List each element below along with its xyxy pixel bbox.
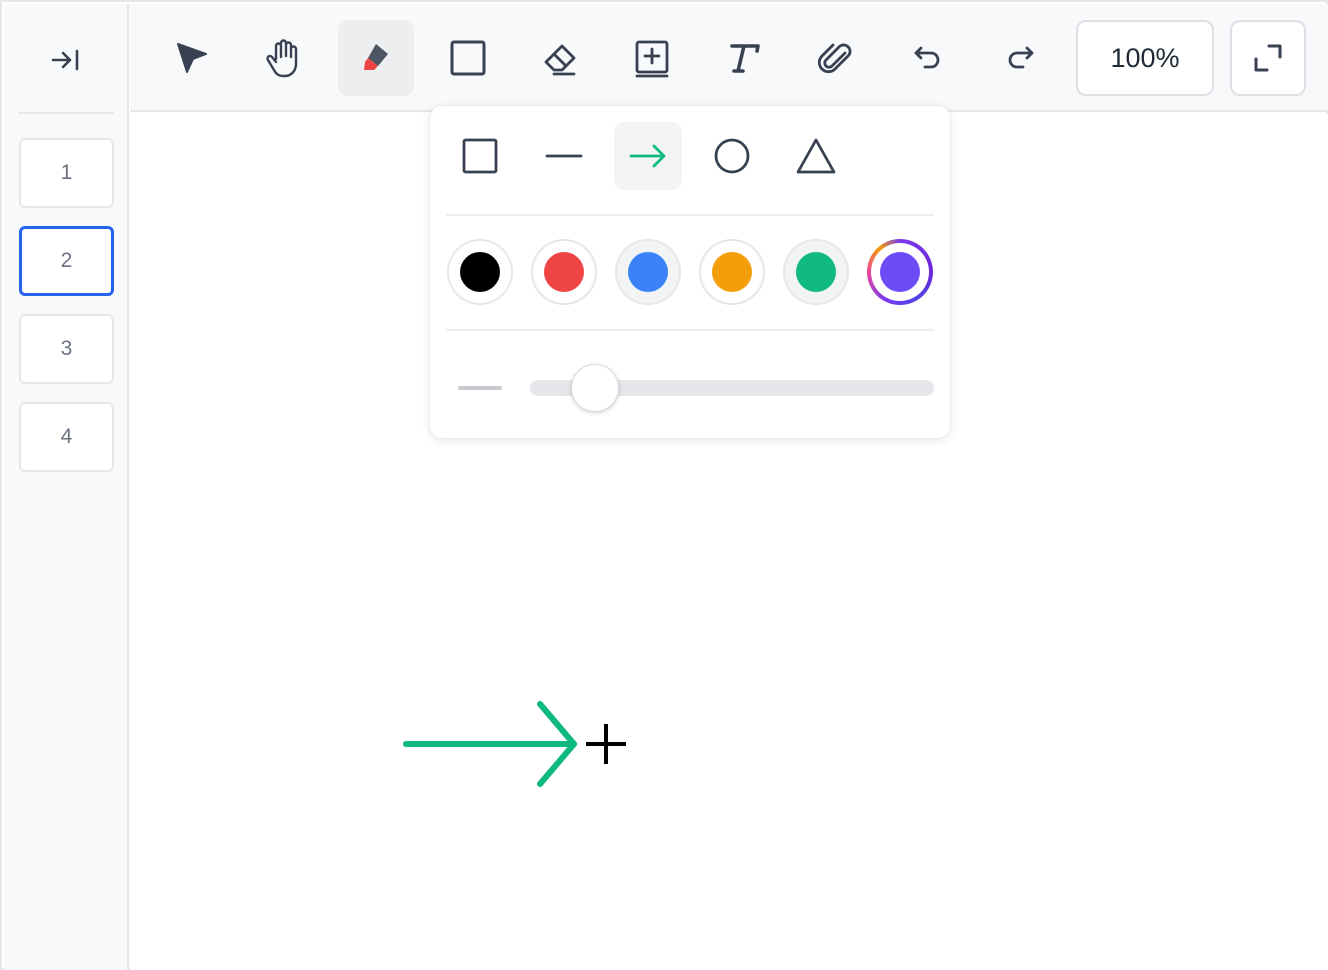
drawn-arrow[interactable]: [403, 701, 577, 787]
shape-rectangle-button[interactable]: [446, 122, 514, 190]
swatch-dot: [880, 252, 920, 292]
hand-icon: [266, 39, 298, 78]
square-icon: [450, 40, 486, 76]
color-swatch-violet[interactable]: [867, 239, 933, 305]
collapse-sidebar-icon: [51, 49, 79, 71]
zoom-level-label: 100%: [1110, 42, 1180, 73]
attach-tool-button[interactable]: [798, 20, 874, 96]
page-thumbnail-2[interactable]: 2: [19, 226, 114, 296]
eraser-tool-button[interactable]: [522, 20, 598, 96]
eraser-icon: [544, 44, 576, 76]
page-number: 4: [60, 425, 73, 448]
cursor-arrow-icon: [177, 43, 207, 73]
select-tool-button[interactable]: [154, 20, 230, 96]
swatch-dot: [796, 252, 836, 292]
color-swatch-red[interactable]: [531, 239, 597, 305]
redo-icon: [1008, 46, 1034, 69]
app-window: 1 2 3 4 100%: [0, 0, 1328, 970]
undo-icon: [914, 46, 940, 69]
zoom-level-button[interactable]: 100%: [1076, 20, 1214, 96]
hand-tool-button[interactable]: [246, 20, 322, 96]
shape-arrow-button[interactable]: [614, 122, 682, 190]
swatch-dot: [460, 252, 500, 292]
expand-icon: [1254, 44, 1282, 72]
shape-line-button[interactable]: [530, 122, 598, 190]
fullscreen-button[interactable]: [1230, 20, 1306, 96]
popover-divider: [446, 214, 934, 216]
paperclip-icon: [817, 43, 852, 74]
page-number: 2: [60, 249, 73, 272]
stroke-width-preview: [458, 386, 502, 390]
undo-button[interactable]: [890, 20, 966, 96]
shape-options-popover: [430, 106, 950, 438]
page-thumbnail-4[interactable]: 4: [19, 402, 114, 472]
top-toolbar: 100%: [130, 4, 1328, 112]
add-frame-tool-button[interactable]: [614, 20, 690, 96]
arrow-right-icon: [629, 144, 666, 168]
shape-triangle-button[interactable]: [782, 122, 850, 190]
collapse-sidebar-button[interactable]: [40, 38, 92, 82]
circle-outline-icon: [714, 138, 750, 174]
triangle-outline-icon: [796, 138, 836, 174]
color-swatch-green[interactable]: [783, 239, 849, 305]
color-swatch-blue[interactable]: [615, 239, 681, 305]
redo-button[interactable]: [982, 20, 1058, 96]
page-thumbnail-1[interactable]: 1: [19, 138, 114, 208]
marker-icon: [364, 44, 388, 70]
text-tool-button[interactable]: [706, 20, 782, 96]
add-box-icon: [635, 40, 669, 78]
square-outline-icon: [462, 138, 498, 174]
rectangle-tool-button[interactable]: [430, 20, 506, 96]
text-icon: [730, 44, 760, 73]
page-number: 1: [60, 161, 73, 184]
shape-ellipse-button[interactable]: [698, 122, 766, 190]
color-swatch-black[interactable]: [447, 239, 513, 305]
page-thumbnail-3[interactable]: 3: [19, 314, 114, 384]
swatch-selected-ring: [871, 243, 929, 301]
swatch-dot: [544, 252, 584, 292]
stroke-width-slider-thumb[interactable]: [570, 364, 619, 412]
page-number: 3: [60, 337, 73, 360]
crosshair-icon: [581, 719, 631, 769]
page-sidebar: 1 2 3 4: [4, 4, 129, 970]
swatch-dot: [712, 252, 752, 292]
color-swatch-orange[interactable]: [699, 239, 765, 305]
sidebar-divider: [18, 112, 114, 114]
popover-divider: [446, 329, 934, 331]
pen-tool-button[interactable]: [338, 20, 414, 96]
swatch-dot: [628, 252, 668, 292]
line-icon: [545, 154, 583, 158]
